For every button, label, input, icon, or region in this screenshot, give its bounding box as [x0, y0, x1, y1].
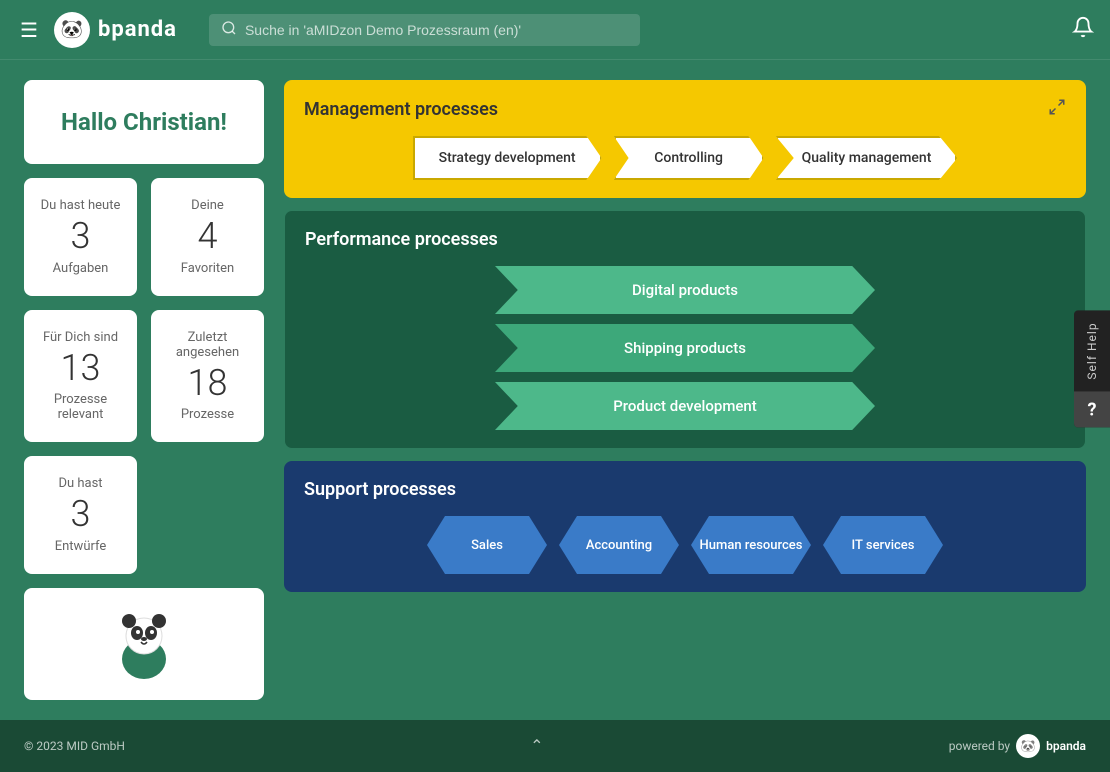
performance-title: Performance processes	[305, 229, 498, 250]
relevant-count: 13	[61, 349, 101, 389]
mgmt-item-quality[interactable]: Quality management	[776, 136, 958, 180]
footer: © 2023 MID GmbH ⌃ powered by 🐼 bpanda	[0, 720, 1110, 772]
greeting-text: Hallo Christian!	[61, 108, 227, 136]
favorites-sublabel: Favoriten	[181, 261, 234, 276]
support-items: Sales Accounting Human resources IT serv…	[304, 516, 1066, 574]
drafts-card[interactable]: Du hast 3 Entwürfe	[24, 456, 137, 574]
support-item-accounting[interactable]: Accounting	[559, 516, 679, 574]
search-bar[interactable]	[209, 14, 641, 46]
drafts-label: Du hast	[58, 476, 102, 491]
recent-sublabel: Prozesse	[181, 407, 234, 422]
greeting-card: Hallo Christian!	[24, 80, 264, 164]
relevant-sublabel: Prozesse relevant	[40, 392, 121, 422]
relevant-processes-card[interactable]: Für Dich sind 13 Prozesse relevant	[24, 310, 137, 443]
favorites-count: 4	[198, 217, 218, 257]
self-help-question-icon[interactable]: ?	[1074, 392, 1110, 428]
stats-panel: Hallo Christian! Du hast heute 3 Aufgabe…	[24, 80, 264, 700]
management-items: Strategy development Controlling Quality…	[304, 136, 1066, 180]
header: ☰ 🐼 bpanda	[0, 0, 1110, 60]
self-help-panel[interactable]: Self Help ?	[1074, 310, 1110, 427]
mgmt-item-strategy[interactable]: Strategy development	[413, 136, 602, 180]
mascot-panda-icon	[104, 604, 184, 684]
tasks-sublabel: Aufgaben	[53, 261, 109, 276]
relevant-label: Für Dich sind	[43, 330, 118, 345]
tasks-label: Du hast heute	[41, 198, 121, 213]
search-icon	[221, 20, 237, 40]
performance-header: Performance processes	[305, 229, 1065, 250]
footer-powered-by: powered by 🐼 bpanda	[949, 734, 1086, 758]
recent-label: Zuletzt angesehen	[167, 330, 248, 360]
support-title: Support processes	[304, 479, 456, 500]
management-section: Management processes Strategy developmen…	[284, 80, 1086, 198]
mascot-card	[24, 588, 264, 700]
notification-bell-icon[interactable]	[1072, 16, 1094, 43]
logo-text: bpanda	[98, 17, 177, 42]
perf-item-product[interactable]: Product development	[495, 382, 875, 430]
footer-powered-label: powered by	[949, 739, 1010, 753]
expand-management-icon[interactable]	[1048, 98, 1066, 120]
mgmt-item-controlling[interactable]: Controlling	[614, 136, 764, 180]
recent-count: 18	[188, 364, 228, 404]
support-section: Support processes Sales Accounting Human…	[284, 461, 1086, 592]
footer-copyright: © 2023 MID GmbH	[24, 739, 125, 753]
footer-scroll-up-icon[interactable]: ⌃	[530, 736, 543, 755]
performance-items: Digital products Shipping products Produ…	[305, 266, 1065, 430]
favorites-card[interactable]: Deine 4 Favoriten	[151, 178, 264, 296]
logo-panda-icon: 🐼	[54, 12, 90, 48]
drafts-sublabel: Entwürfe	[55, 539, 107, 554]
favorites-label: Deine	[191, 198, 224, 213]
logo: 🐼 bpanda	[54, 12, 177, 48]
drafts-count: 3	[71, 495, 91, 535]
footer-logo-icon: 🐼	[1016, 734, 1040, 758]
self-help-label: Self Help	[1085, 310, 1099, 391]
footer-brand: bpanda	[1046, 739, 1086, 753]
support-item-it[interactable]: IT services	[823, 516, 943, 574]
recent-card[interactable]: Zuletzt angesehen 18 Prozesse	[151, 310, 264, 443]
tasks-card[interactable]: Du hast heute 3 Aufgaben	[24, 178, 137, 296]
management-header: Management processes	[304, 98, 1066, 120]
management-title: Management processes	[304, 99, 498, 120]
support-header: Support processes	[304, 479, 1066, 500]
support-item-sales[interactable]: Sales	[427, 516, 547, 574]
process-panel: Management processes Strategy developmen…	[284, 80, 1086, 700]
perf-item-shipping[interactable]: Shipping products	[495, 324, 875, 372]
performance-section: Performance processes Digital products S…	[284, 210, 1086, 449]
main-content: Hallo Christian! Du hast heute 3 Aufgabe…	[0, 60, 1110, 720]
perf-item-digital[interactable]: Digital products	[495, 266, 875, 314]
search-input[interactable]	[245, 22, 629, 38]
tasks-count: 3	[71, 217, 91, 257]
menu-icon[interactable]: ☰	[16, 14, 42, 46]
support-item-hr[interactable]: Human resources	[691, 516, 811, 574]
